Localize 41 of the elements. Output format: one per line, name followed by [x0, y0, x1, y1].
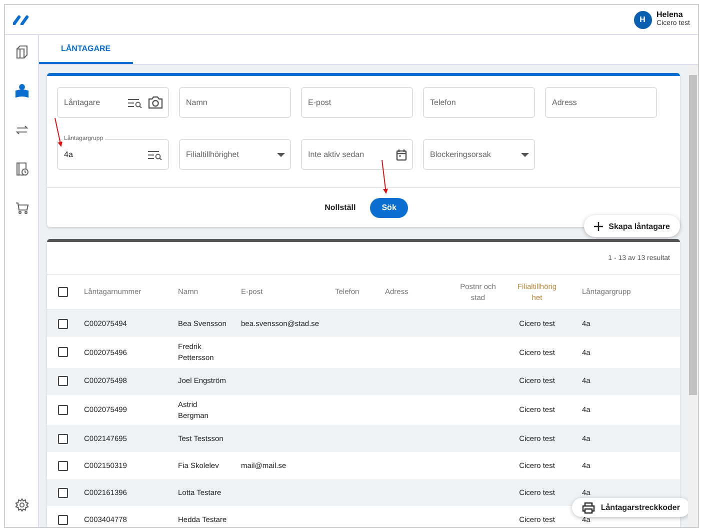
camera-icon[interactable] — [148, 96, 163, 109]
input-field[interactable]: Låntagare — [57, 87, 169, 118]
annotation-arrow — [382, 160, 388, 194]
row-checkbox[interactable] — [58, 347, 68, 358]
user-name: Helena — [656, 11, 684, 20]
printer-icon — [582, 502, 595, 514]
books-icon[interactable] — [14, 45, 28, 59]
arrows-icon[interactable] — [14, 123, 28, 137]
calendar-icon[interactable] — [396, 148, 407, 160]
list-search-icon[interactable] — [148, 150, 163, 160]
caret-icon[interactable] — [277, 152, 285, 156]
scrollbar[interactable] — [688, 65, 698, 527]
row-checkbox[interactable] — [58, 376, 68, 386]
row-checkbox[interactable] — [58, 514, 68, 524]
annotation-arrow — [54, 118, 63, 147]
search-button[interactable]: Sök — [370, 198, 408, 218]
select-all-checkbox[interactable] — [58, 287, 68, 297]
row-checkbox[interactable] — [58, 488, 68, 498]
dropdown-field[interactable]: Filialtillhörighet — [179, 139, 291, 170]
row-checkbox[interactable] — [58, 318, 68, 328]
tab[interactable]: LÅNTAGARE — [39, 35, 133, 64]
print-barcodes-button[interactable]: Låntagarstreckkoder — [572, 498, 690, 517]
input-field[interactable]: E-post — [301, 87, 413, 118]
book-clock-icon[interactable] — [14, 162, 28, 176]
cart-icon[interactable] — [14, 201, 28, 215]
input-field[interactable]: Telefon — [423, 87, 535, 118]
row-checkbox[interactable] — [58, 460, 68, 470]
list-search-icon[interactable] — [128, 98, 143, 108]
user-avatar[interactable]: H — [634, 10, 652, 28]
person-reading-icon[interactable] — [14, 84, 28, 98]
reset-button[interactable]: Nollställ — [318, 202, 362, 213]
settings-icon[interactable] — [14, 498, 28, 512]
input-field[interactable]: Adress — [545, 87, 657, 118]
dropdown-field[interactable]: Blockeringsorsak — [423, 139, 535, 170]
date-field[interactable]: Inte aktiv sedan — [301, 139, 413, 170]
create-borrower-button[interactable]: Skapa låntagare — [584, 215, 680, 237]
row-checkbox[interactable] — [58, 434, 68, 444]
row-checkbox[interactable] — [58, 404, 68, 415]
input-field[interactable]: Namn — [179, 87, 291, 118]
caret-icon[interactable] — [521, 152, 529, 156]
plus-icon — [594, 222, 603, 230]
